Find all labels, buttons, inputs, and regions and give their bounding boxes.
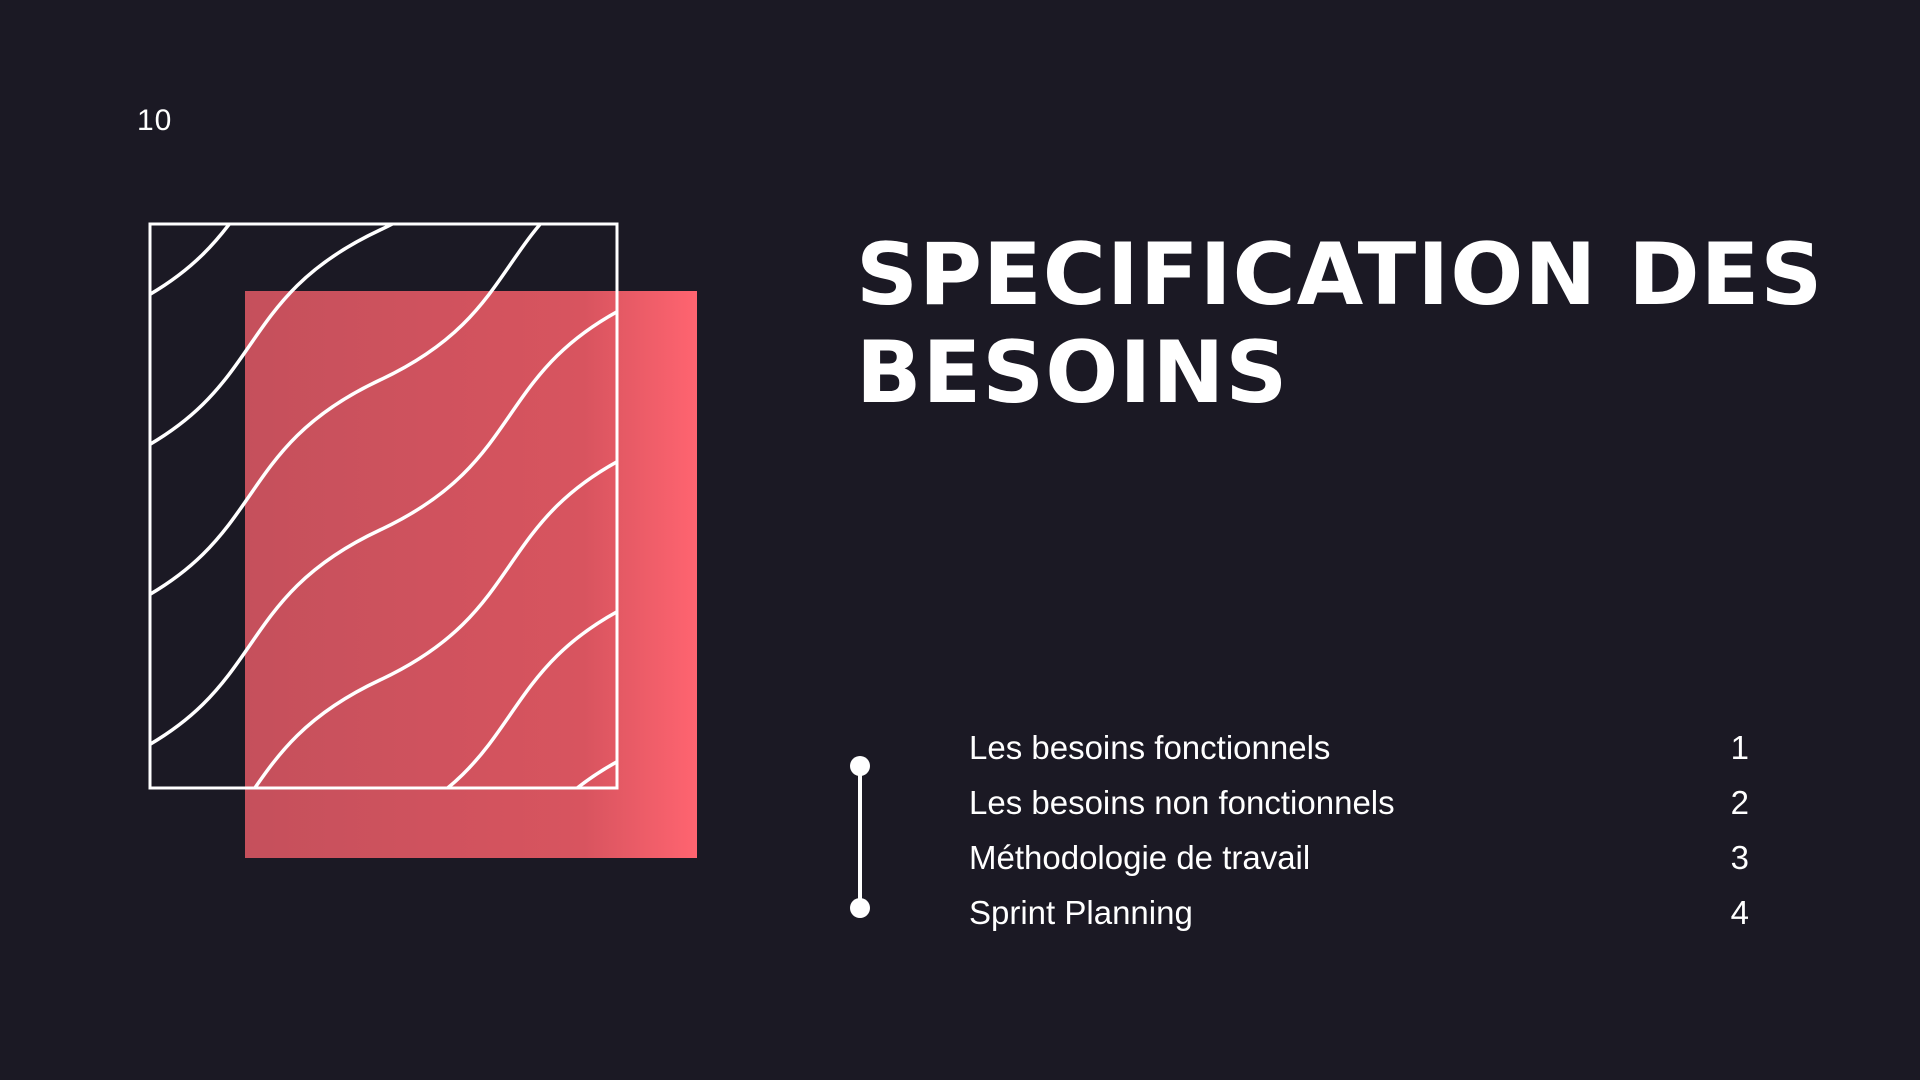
timeline-start-dot [850, 756, 870, 776]
toc-item-number: 1 [1730, 728, 1749, 766]
toc-item-label: Sprint Planning [969, 893, 1193, 931]
toc-item-number: 2 [1730, 783, 1749, 821]
toc-item-number: 4 [1730, 893, 1749, 931]
toc-item[interactable]: Les besoins fonctionnels 1 [969, 720, 1749, 775]
table-of-contents: Les besoins fonctionnels 1 Les besoins n… [969, 720, 1749, 940]
timeline-end-dot [850, 898, 870, 918]
toc-item[interactable]: Les besoins non fonctionnels 2 [969, 775, 1749, 830]
page-title: SPECIFICATION DES BESOINS [856, 225, 1824, 423]
toc-item-label: Les besoins non fonctionnels [969, 783, 1395, 821]
toc-item-number: 3 [1730, 838, 1749, 876]
toc-item[interactable]: Sprint Planning 4 [969, 885, 1749, 940]
toc-item[interactable]: Méthodologie de travail 3 [969, 830, 1749, 885]
toc-item-label: Méthodologie de travail [969, 838, 1311, 876]
toc-item-label: Les besoins fonctionnels [969, 728, 1331, 766]
timeline-connector [850, 756, 870, 918]
red-accent-square [245, 291, 697, 858]
